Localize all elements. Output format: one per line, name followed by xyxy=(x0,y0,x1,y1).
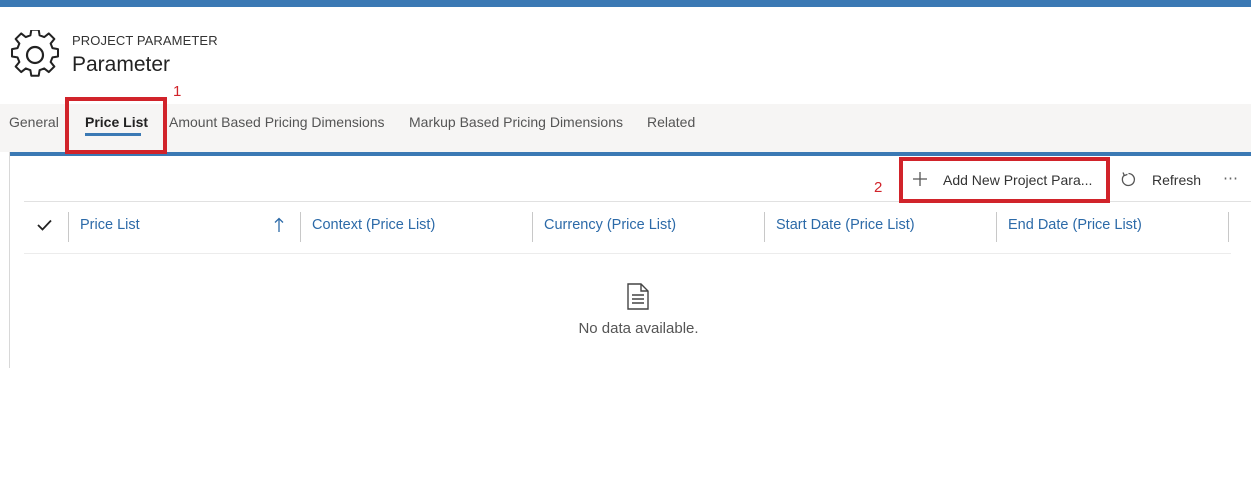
top-accent-bar xyxy=(0,0,1251,7)
empty-state-message: No data available. xyxy=(578,320,699,337)
tab-general[interactable]: General xyxy=(9,114,59,130)
sort-ascending-arrow-icon[interactable] xyxy=(274,217,284,233)
column-header-currency[interactable]: Currency (Price List) xyxy=(544,217,676,233)
gear-icon xyxy=(10,30,60,77)
column-header-price-list[interactable]: Price List xyxy=(80,217,140,233)
document-icon xyxy=(627,283,649,310)
column-separator xyxy=(1228,212,1229,242)
annotation-number-1: 1 xyxy=(173,83,182,100)
tab-amount-based-pricing-dimensions[interactable]: Amount Based Pricing Dimensions xyxy=(169,114,385,130)
column-header-context[interactable]: Context (Price List) xyxy=(312,217,435,233)
annotation-number-2: 2 xyxy=(874,179,883,196)
refresh-button[interactable]: Refresh xyxy=(1152,172,1201,188)
column-separator xyxy=(300,212,301,242)
column-header-end-date[interactable]: End Date (Price List) xyxy=(1008,217,1142,233)
more-commands-button[interactable]: ⋯ xyxy=(1223,169,1238,187)
column-header-start-date[interactable]: Start Date (Price List) xyxy=(776,217,915,233)
column-separator xyxy=(532,212,533,242)
select-all-checkmark-icon[interactable] xyxy=(37,219,52,231)
annotation-box-2 xyxy=(899,157,1110,203)
refresh-icon[interactable] xyxy=(1120,171,1137,188)
annotation-box-1 xyxy=(65,97,167,154)
tab-markup-based-pricing-dimensions[interactable]: Markup Based Pricing Dimensions xyxy=(409,114,623,130)
header-row-divider xyxy=(24,253,1231,254)
column-separator xyxy=(996,212,997,242)
column-separator xyxy=(764,212,765,242)
tab-bar: General Price List Amount Based Pricing … xyxy=(0,104,1251,152)
subgrid-top-border xyxy=(9,152,1251,156)
entity-type-label: PROJECT PARAMETER xyxy=(72,33,218,48)
entity-name-title: Parameter xyxy=(72,53,171,76)
tab-related[interactable]: Related xyxy=(647,114,695,130)
column-separator xyxy=(68,212,69,242)
